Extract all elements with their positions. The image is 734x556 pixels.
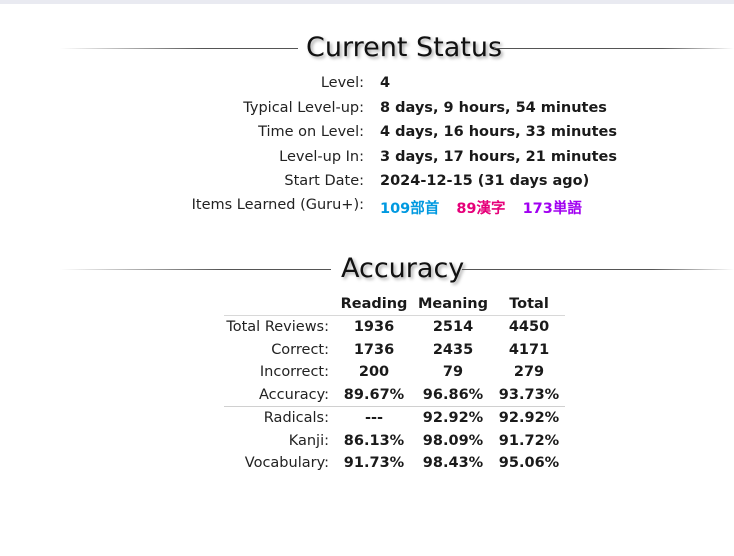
table-row: Total Reviews: 1936 2514 4450 [224, 315, 565, 339]
accuracy-table: Reading Meaning Total Total Reviews: 193… [224, 293, 565, 475]
reading-cell: 1736 [353, 341, 395, 358]
items-learned-values: 109部首 89漢字 173単語 [380, 197, 594, 218]
meaning-cell: 79 [442, 364, 464, 381]
total-cell: 93.73% [498, 386, 560, 403]
table-header-row: Reading Meaning Total [224, 293, 565, 316]
status-label: Start Date: [284, 173, 364, 189]
total-cell: 95.06% [498, 455, 560, 472]
status-row-level: Level: 4 [0, 75, 734, 97]
status-label: Time on Level: [258, 124, 364, 140]
radicals-learned: 109部首 [380, 201, 440, 217]
total-cell: 4450 [493, 315, 565, 339]
accuracy-header: Accuracy [60, 252, 734, 286]
heading-rule-right [494, 48, 734, 49]
reading-cell: 86.13% [343, 432, 405, 449]
status-value: 4 [380, 75, 391, 91]
heading-rule-left [60, 48, 298, 49]
meaning-cell: 2435 [432, 341, 474, 358]
meaning-cell: 98.43% [422, 455, 484, 472]
heading-rule-right [462, 269, 734, 270]
column-header-reading: Reading [340, 296, 408, 312]
meaning-cell: 96.86% [422, 386, 484, 403]
row-label: Incorrect: [259, 364, 329, 381]
row-label: Accuracy: [258, 386, 329, 403]
empty-header [224, 293, 335, 316]
reading-cell: --- [335, 406, 413, 430]
table-row: Accuracy: 89.67% 96.86% 93.73% [224, 384, 565, 407]
status-row-level-up-in: Level-up In: 3 days, 17 hours, 21 minute… [0, 149, 734, 171]
total-cell: 92.92% [493, 406, 565, 430]
status-value: 3 days, 17 hours, 21 minutes [380, 149, 618, 165]
column-header-meaning: Meaning [417, 296, 489, 312]
status-label: Items Learned (Guru+): [191, 197, 364, 213]
status-value: 2024-12-15 (31 days ago) [380, 173, 590, 189]
reading-cell: 200 [358, 364, 390, 381]
status-label: Level-up In: [279, 149, 364, 165]
table-row: Radicals: --- 92.92% 92.92% [224, 406, 565, 430]
status-row-typical-level-up: Typical Level-up: 8 days, 9 hours, 54 mi… [0, 100, 734, 122]
status-row-time-on-level: Time on Level: 4 days, 16 hours, 33 minu… [0, 124, 734, 146]
column-header-total: Total [509, 296, 549, 312]
row-label: Kanji: [288, 432, 329, 449]
meaning-cell: 2514 [413, 315, 493, 339]
accuracy-title: Accuracy [341, 253, 465, 284]
status-row-items-learned: Items Learned (Guru+): 109部首 89漢字 173単語 [0, 197, 734, 219]
reading-cell: 89.67% [343, 386, 405, 403]
row-label: Correct: [271, 341, 329, 358]
table-row: Vocabulary: 91.73% 98.43% 95.06% [224, 452, 565, 475]
meaning-cell: 92.92% [413, 406, 493, 430]
row-label: Total Reviews: [224, 315, 335, 339]
total-cell: 91.72% [498, 432, 560, 449]
heading-rule-left [60, 269, 331, 270]
status-label: Level: [320, 75, 364, 91]
row-label: Vocabulary: [244, 455, 329, 472]
status-label: Typical Level-up: [243, 100, 364, 116]
total-cell: 279 [513, 364, 545, 381]
table-row: Incorrect: 200 79 279 [224, 361, 565, 384]
reading-cell: 91.73% [343, 455, 405, 472]
total-cell: 4171 [508, 341, 550, 358]
table-row: Correct: 1736 2435 4171 [224, 339, 565, 362]
kanji-learned: 89漢字 [456, 201, 506, 217]
table-row: Kanji: 86.13% 98.09% 91.72% [224, 430, 565, 453]
current-status-header: Current Status [60, 31, 734, 65]
meaning-cell: 98.09% [422, 432, 484, 449]
current-status-title: Current Status [306, 32, 503, 63]
status-row-start-date: Start Date: 2024-12-15 (31 days ago) [0, 173, 734, 195]
top-border [0, 0, 734, 4]
row-label: Radicals: [224, 406, 335, 430]
status-value: 8 days, 9 hours, 54 minutes [380, 100, 607, 116]
reading-cell: 1936 [335, 315, 413, 339]
status-value: 4 days, 16 hours, 33 minutes [380, 124, 618, 140]
vocabulary-learned: 173単語 [522, 201, 582, 217]
